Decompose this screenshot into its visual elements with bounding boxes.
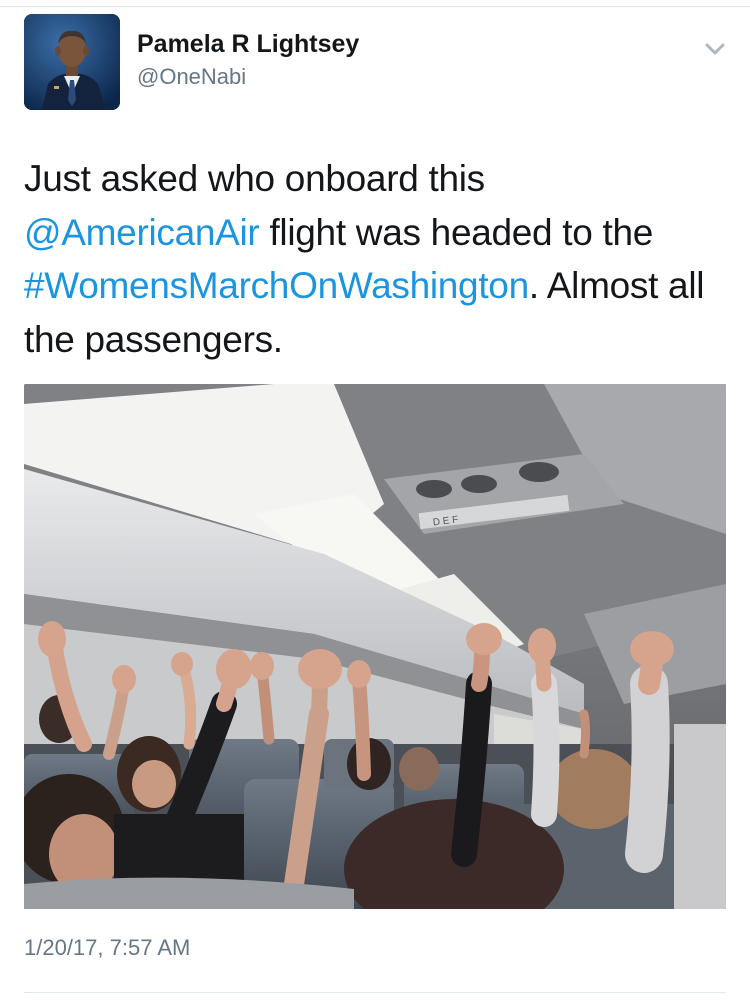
mention-link[interactable]: @AmericanAir bbox=[24, 212, 260, 253]
author-handle[interactable]: @OneNabi bbox=[137, 64, 246, 90]
author-display-name[interactable]: Pamela R Lightsey bbox=[137, 30, 359, 59]
bottom-divider bbox=[24, 992, 726, 993]
tweet-photo[interactable]: D E F bbox=[24, 384, 726, 909]
top-divider bbox=[0, 6, 750, 7]
tweet-text: Just asked who onboard this @AmericanAir… bbox=[24, 152, 724, 366]
airplane-cabin-photo-icon: D E F bbox=[24, 384, 726, 909]
profile-photo-icon bbox=[24, 14, 120, 110]
tweet-timestamp[interactable]: 1/20/17, 7:57 AM bbox=[24, 935, 190, 961]
tweet-text-part: Just asked who onboard this bbox=[24, 158, 485, 199]
avatar[interactable] bbox=[24, 14, 120, 110]
tweet-text-part: flight was headed to the bbox=[259, 211, 654, 253]
chevron-down-icon[interactable] bbox=[700, 34, 730, 64]
hashtag-link[interactable]: #WomensMarchOnWashington bbox=[24, 265, 529, 306]
